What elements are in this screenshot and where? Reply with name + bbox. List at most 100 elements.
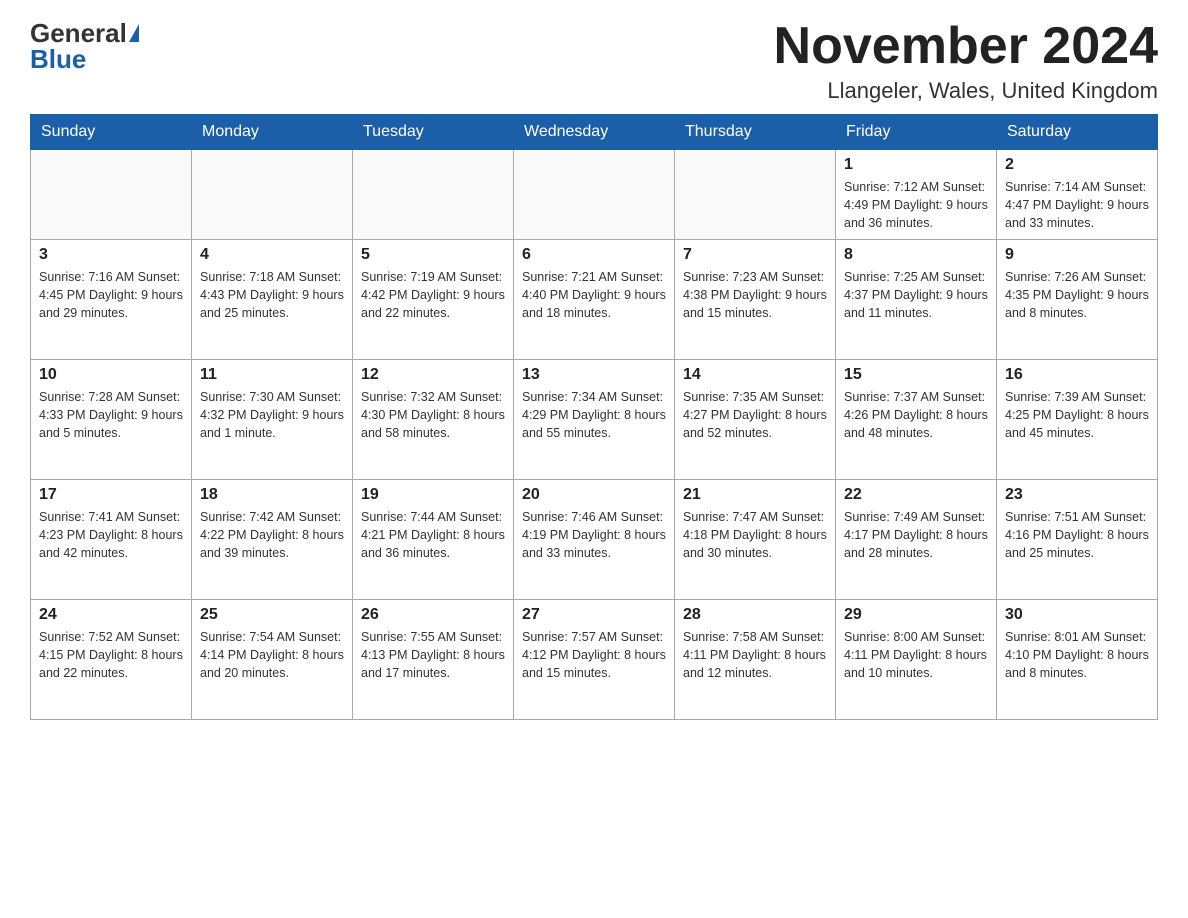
calendar-cell: 24Sunrise: 7:52 AM Sunset: 4:15 PM Dayli… bbox=[31, 600, 192, 720]
day-info: Sunrise: 7:14 AM Sunset: 4:47 PM Dayligh… bbox=[1005, 178, 1149, 232]
calendar-cell: 5 Sunrise: 7:19 AM Sunset: 4:42 PM Daylig… bbox=[353, 240, 514, 360]
calendar-cell: 27 Sunrise: 7:57 AM Sunset: 4:12 PM Dayli… bbox=[514, 600, 675, 720]
day-info: Sunrise: 7:21 AM Sunset: 4:40 PM Dayligh… bbox=[522, 268, 666, 322]
calendar-cell: 11 Sunrise: 7:30 AM Sunset: 4:32 PM Dayli… bbox=[192, 360, 353, 480]
day-number: 8 bbox=[844, 246, 988, 264]
calendar-cell: 7 Sunrise: 7:23 AM Sunset: 4:38 PM Daylig… bbox=[675, 240, 836, 360]
calendar-cell: 17 Sunrise: 7:41 AM Sunset: 4:23 PM Dayli… bbox=[31, 480, 192, 600]
day-number: 7 bbox=[683, 246, 827, 264]
calendar-week-5: 24Sunrise: 7:52 AM Sunset: 4:15 PM Dayli… bbox=[31, 600, 1158, 720]
day-info: Sunrise: 7:34 AM Sunset: 4:29 PM Dayligh… bbox=[522, 388, 666, 442]
day-number: 30 bbox=[1005, 606, 1149, 624]
calendar-cell: 28 Sunrise: 7:58 AM Sunset: 4:11 PM Dayli… bbox=[675, 600, 836, 720]
day-number: 17 bbox=[39, 486, 183, 504]
day-number: 13 bbox=[522, 366, 666, 384]
month-title: November 2024 bbox=[774, 20, 1158, 72]
day-number: 26 bbox=[361, 606, 505, 624]
logo: General Blue bbox=[30, 20, 139, 72]
day-info: Sunrise: 7:57 AM Sunset: 4:12 PM Dayligh… bbox=[522, 628, 666, 682]
day-info: Sunrise: 7:28 AM Sunset: 4:33 PM Dayligh… bbox=[39, 388, 183, 442]
day-number: 11 bbox=[200, 366, 344, 384]
calendar-cell: 26 Sunrise: 7:55 AM Sunset: 4:13 PM Dayli… bbox=[353, 600, 514, 720]
day-info: Sunrise: 7:32 AM Sunset: 4:30 PM Dayligh… bbox=[361, 388, 505, 442]
calendar-cell: 10 Sunrise: 7:28 AM Sunset: 4:33 PM Dayli… bbox=[31, 360, 192, 480]
day-number: 10 bbox=[39, 366, 183, 384]
day-number: 22 bbox=[844, 486, 988, 504]
calendar-week-4: 17 Sunrise: 7:41 AM Sunset: 4:23 PM Dayli… bbox=[31, 480, 1158, 600]
day-info: Sunrise: 7:49 AM Sunset: 4:17 PM Dayligh… bbox=[844, 508, 988, 562]
calendar-cell: 6 Sunrise: 7:21 AM Sunset: 4:40 PM Daylig… bbox=[514, 240, 675, 360]
calendar-cell: 22 Sunrise: 7:49 AM Sunset: 4:17 PM Dayli… bbox=[836, 480, 997, 600]
day-number: 28 bbox=[683, 606, 827, 624]
calendar-cell: 14 Sunrise: 7:35 AM Sunset: 4:27 PM Dayli… bbox=[675, 360, 836, 480]
day-number: 21 bbox=[683, 486, 827, 504]
column-header-monday: Monday bbox=[192, 115, 353, 150]
day-number: 14 bbox=[683, 366, 827, 384]
day-number: 24 bbox=[39, 606, 183, 624]
day-info: Sunrise: 7:58 AM Sunset: 4:11 PM Dayligh… bbox=[683, 628, 827, 682]
calendar-cell bbox=[514, 150, 675, 240]
logo-blue-text: Blue bbox=[30, 46, 86, 72]
day-info: Sunrise: 7:35 AM Sunset: 4:27 PM Dayligh… bbox=[683, 388, 827, 442]
column-header-thursday: Thursday bbox=[675, 115, 836, 150]
day-number: 5 bbox=[361, 246, 505, 264]
day-number: 4 bbox=[200, 246, 344, 264]
column-header-sunday: Sunday bbox=[31, 115, 192, 150]
calendar-cell: 2 Sunrise: 7:14 AM Sunset: 4:47 PM Daylig… bbox=[997, 150, 1158, 240]
day-info: Sunrise: 7:55 AM Sunset: 4:13 PM Dayligh… bbox=[361, 628, 505, 682]
day-number: 20 bbox=[522, 486, 666, 504]
day-info: Sunrise: 7:47 AM Sunset: 4:18 PM Dayligh… bbox=[683, 508, 827, 562]
calendar-cell: 20 Sunrise: 7:46 AM Sunset: 4:19 PM Dayli… bbox=[514, 480, 675, 600]
day-number: 1 bbox=[844, 156, 988, 174]
day-info: Sunrise: 7:54 AM Sunset: 4:14 PM Dayligh… bbox=[200, 628, 344, 682]
day-info: Sunrise: 7:46 AM Sunset: 4:19 PM Dayligh… bbox=[522, 508, 666, 562]
calendar-cell: 12Sunrise: 7:32 AM Sunset: 4:30 PM Dayli… bbox=[353, 360, 514, 480]
day-number: 15 bbox=[844, 366, 988, 384]
calendar-cell bbox=[353, 150, 514, 240]
calendar-table: SundayMondayTuesdayWednesdayThursdayFrid… bbox=[30, 114, 1158, 720]
calendar-week-3: 10 Sunrise: 7:28 AM Sunset: 4:33 PM Dayli… bbox=[31, 360, 1158, 480]
day-info: Sunrise: 7:26 AM Sunset: 4:35 PM Dayligh… bbox=[1005, 268, 1149, 322]
day-info: Sunrise: 7:23 AM Sunset: 4:38 PM Dayligh… bbox=[683, 268, 827, 322]
calendar-week-1: 1 Sunrise: 7:12 AM Sunset: 4:49 PM Daylig… bbox=[31, 150, 1158, 240]
calendar-cell: 8Sunrise: 7:25 AM Sunset: 4:37 PM Daylig… bbox=[836, 240, 997, 360]
day-number: 23 bbox=[1005, 486, 1149, 504]
day-info: Sunrise: 7:30 AM Sunset: 4:32 PM Dayligh… bbox=[200, 388, 344, 442]
location-text: Llangeler, Wales, United Kingdom bbox=[774, 78, 1158, 104]
day-number: 3 bbox=[39, 246, 183, 264]
logo-triangle-icon bbox=[129, 24, 139, 42]
day-info: Sunrise: 8:00 AM Sunset: 4:11 PM Dayligh… bbox=[844, 628, 988, 682]
day-info: Sunrise: 7:41 AM Sunset: 4:23 PM Dayligh… bbox=[39, 508, 183, 562]
day-info: Sunrise: 7:16 AM Sunset: 4:45 PM Dayligh… bbox=[39, 268, 183, 322]
calendar-cell: 29 Sunrise: 8:00 AM Sunset: 4:11 PM Dayli… bbox=[836, 600, 997, 720]
day-number: 18 bbox=[200, 486, 344, 504]
day-info: Sunrise: 7:12 AM Sunset: 4:49 PM Dayligh… bbox=[844, 178, 988, 232]
column-header-tuesday: Tuesday bbox=[353, 115, 514, 150]
calendar-cell: 21 Sunrise: 7:47 AM Sunset: 4:18 PM Dayli… bbox=[675, 480, 836, 600]
day-info: Sunrise: 7:42 AM Sunset: 4:22 PM Dayligh… bbox=[200, 508, 344, 562]
title-section: November 2024 Llangeler, Wales, United K… bbox=[774, 20, 1158, 104]
day-info: Sunrise: 7:19 AM Sunset: 4:42 PM Dayligh… bbox=[361, 268, 505, 322]
calendar-cell: 25 Sunrise: 7:54 AM Sunset: 4:14 PM Dayli… bbox=[192, 600, 353, 720]
calendar-cell: 1 Sunrise: 7:12 AM Sunset: 4:49 PM Daylig… bbox=[836, 150, 997, 240]
day-number: 29 bbox=[844, 606, 988, 624]
page-header: General Blue November 2024 Llangeler, Wa… bbox=[30, 20, 1158, 104]
calendar-cell: 13 Sunrise: 7:34 AM Sunset: 4:29 PM Dayli… bbox=[514, 360, 675, 480]
day-number: 25 bbox=[200, 606, 344, 624]
calendar-cell bbox=[31, 150, 192, 240]
calendar-cell bbox=[192, 150, 353, 240]
calendar-cell bbox=[675, 150, 836, 240]
calendar-cell: 16Sunrise: 7:39 AM Sunset: 4:25 PM Dayli… bbox=[997, 360, 1158, 480]
day-number: 2 bbox=[1005, 156, 1149, 174]
day-number: 6 bbox=[522, 246, 666, 264]
day-info: Sunrise: 7:44 AM Sunset: 4:21 PM Dayligh… bbox=[361, 508, 505, 562]
day-info: Sunrise: 8:01 AM Sunset: 4:10 PM Dayligh… bbox=[1005, 628, 1149, 682]
day-info: Sunrise: 7:37 AM Sunset: 4:26 PM Dayligh… bbox=[844, 388, 988, 442]
calendar-cell: 30 Sunrise: 8:01 AM Sunset: 4:10 PM Dayli… bbox=[997, 600, 1158, 720]
day-number: 27 bbox=[522, 606, 666, 624]
logo-general-text: General bbox=[30, 20, 127, 46]
day-info: Sunrise: 7:18 AM Sunset: 4:43 PM Dayligh… bbox=[200, 268, 344, 322]
day-number: 16 bbox=[1005, 366, 1149, 384]
calendar-cell: 18 Sunrise: 7:42 AM Sunset: 4:22 PM Dayli… bbox=[192, 480, 353, 600]
day-info: Sunrise: 7:51 AM Sunset: 4:16 PM Dayligh… bbox=[1005, 508, 1149, 562]
